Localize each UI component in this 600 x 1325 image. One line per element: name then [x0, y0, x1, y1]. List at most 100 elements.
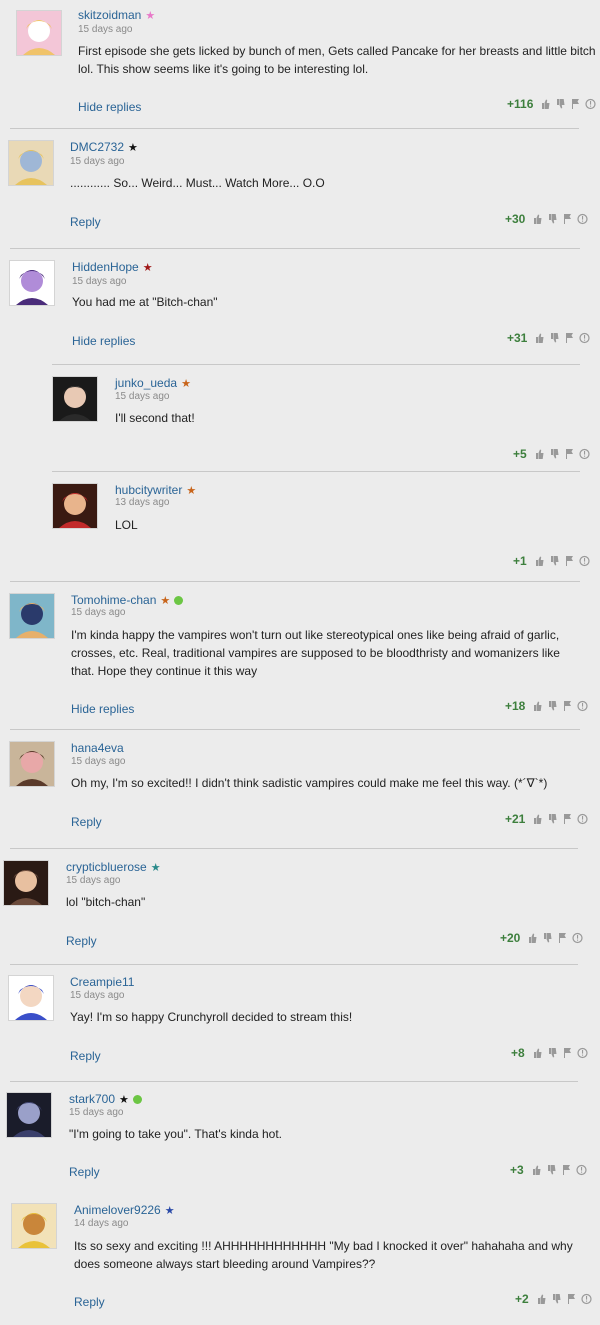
online-status-icon [174, 596, 184, 605]
comment-date: 15 days ago [66, 875, 121, 886]
username-line: DMC2732 ★ [70, 140, 138, 154]
username-link[interactable]: junko_ueda [115, 376, 177, 390]
reply-link[interactable]: Reply [69, 1165, 100, 1179]
avatar[interactable] [9, 593, 55, 639]
reply-link[interactable]: Reply [71, 815, 102, 829]
thumbs-up-icon[interactable] [532, 1047, 543, 1059]
username-link[interactable]: stark700 [69, 1092, 115, 1106]
thumbs-down-icon[interactable] [546, 1164, 557, 1176]
reply-link[interactable]: Reply [70, 1049, 101, 1063]
avatar[interactable] [8, 975, 54, 1021]
flag-icon[interactable] [564, 332, 575, 344]
flag-icon[interactable] [566, 1293, 577, 1305]
thumbs-up-icon[interactable] [527, 932, 538, 944]
vote-controls: +18 [505, 699, 588, 713]
vote-count: +5 [513, 447, 527, 461]
username-link[interactable]: Animelover9226 [74, 1203, 161, 1217]
avatar[interactable] [3, 860, 49, 906]
hide-replies-link[interactable]: Hide replies [71, 702, 134, 716]
thumbs-up-icon[interactable] [534, 332, 545, 344]
report-icon[interactable] [577, 700, 588, 712]
avatar[interactable] [16, 10, 62, 56]
report-icon[interactable] [579, 332, 590, 344]
username-line: stark700 ★ [69, 1092, 142, 1106]
avatar[interactable] [8, 140, 54, 186]
username-link[interactable]: Tomohime-chan [71, 593, 156, 607]
comment-divider [10, 848, 578, 849]
comment-divider [10, 581, 580, 582]
comment-divider [52, 364, 580, 365]
vote-count: +116 [507, 97, 534, 111]
thumbs-down-icon[interactable] [551, 1293, 562, 1305]
report-icon[interactable] [579, 555, 590, 567]
username-link[interactable]: HiddenHope [72, 260, 139, 274]
thumbs-up-icon[interactable] [540, 98, 551, 110]
thumbs-up-icon[interactable] [532, 700, 543, 712]
flag-icon[interactable] [562, 213, 573, 225]
vote-controls: +3 [510, 1163, 587, 1177]
thumbs-up-icon[interactable] [534, 555, 545, 567]
reply-link[interactable]: Reply [74, 1295, 105, 1309]
thumbs-down-icon[interactable] [549, 448, 560, 460]
report-icon[interactable] [579, 448, 590, 460]
flag-icon[interactable] [562, 813, 573, 825]
thumbs-up-icon[interactable] [532, 213, 543, 225]
username-line: HiddenHope ★ [72, 260, 153, 274]
comment-date: 15 days ago [70, 156, 125, 167]
report-icon[interactable] [572, 932, 583, 944]
username-line: Animelover9226 ★ [74, 1203, 175, 1217]
report-icon[interactable] [577, 813, 588, 825]
report-icon[interactable] [585, 98, 596, 110]
vote-count: +18 [505, 699, 526, 713]
thumbs-down-icon[interactable] [547, 1047, 558, 1059]
thumbs-up-icon[interactable] [536, 1293, 547, 1305]
flag-icon[interactable] [562, 1047, 573, 1059]
avatar[interactable] [9, 260, 55, 306]
username-link[interactable]: Creampie11 [70, 975, 134, 989]
comment-date: 15 days ago [71, 756, 126, 767]
flag-icon[interactable] [564, 555, 575, 567]
flag-icon[interactable] [562, 700, 573, 712]
vote-controls: +2 [515, 1292, 592, 1306]
thumbs-down-icon[interactable] [547, 700, 558, 712]
flag-icon[interactable] [570, 98, 581, 110]
thumbs-down-icon[interactable] [547, 213, 558, 225]
thumbs-down-icon[interactable] [542, 932, 553, 944]
flag-icon[interactable] [561, 1164, 572, 1176]
black-star-icon: ★ [119, 1094, 129, 1106]
vote-count: +20 [500, 931, 521, 945]
report-icon[interactable] [576, 1164, 587, 1176]
reply-link[interactable]: Reply [70, 215, 101, 229]
vote-count: +31 [507, 331, 528, 345]
username-link[interactable]: DMC2732 [70, 140, 124, 154]
thumbs-down-icon[interactable] [549, 332, 560, 344]
username-link[interactable]: crypticbluerose [66, 860, 147, 874]
avatar[interactable] [6, 1092, 52, 1138]
report-icon[interactable] [577, 213, 588, 225]
teal-star-icon: ★ [150, 862, 161, 874]
comment-text: Oh my, I'm so excited!! I didn't think s… [71, 776, 548, 790]
thumbs-down-icon[interactable] [555, 98, 566, 110]
hide-replies-link[interactable]: Hide replies [72, 334, 135, 348]
thumbs-up-icon[interactable] [532, 813, 543, 825]
avatar[interactable] [52, 483, 98, 529]
comment-date: 15 days ago [70, 990, 125, 1001]
thumbs-down-icon[interactable] [549, 555, 560, 567]
thumbs-down-icon[interactable] [547, 813, 558, 825]
report-icon[interactable] [581, 1293, 592, 1305]
reply-link[interactable]: Reply [66, 934, 97, 948]
username-link[interactable]: hubcitywriter [115, 483, 182, 497]
username-line: Creampie11 [70, 975, 134, 989]
thumbs-up-icon[interactable] [534, 448, 545, 460]
comment-text: LOL [115, 518, 138, 532]
username-link[interactable]: hana4eva [71, 741, 124, 755]
avatar[interactable] [11, 1203, 57, 1249]
report-icon[interactable] [577, 1047, 588, 1059]
flag-icon[interactable] [564, 448, 575, 460]
thumbs-up-icon[interactable] [531, 1164, 542, 1176]
avatar[interactable] [52, 376, 98, 422]
avatar[interactable] [9, 741, 55, 787]
username-link[interactable]: skitzoidman [78, 8, 141, 22]
flag-icon[interactable] [557, 932, 568, 944]
hide-replies-link[interactable]: Hide replies [78, 100, 141, 114]
